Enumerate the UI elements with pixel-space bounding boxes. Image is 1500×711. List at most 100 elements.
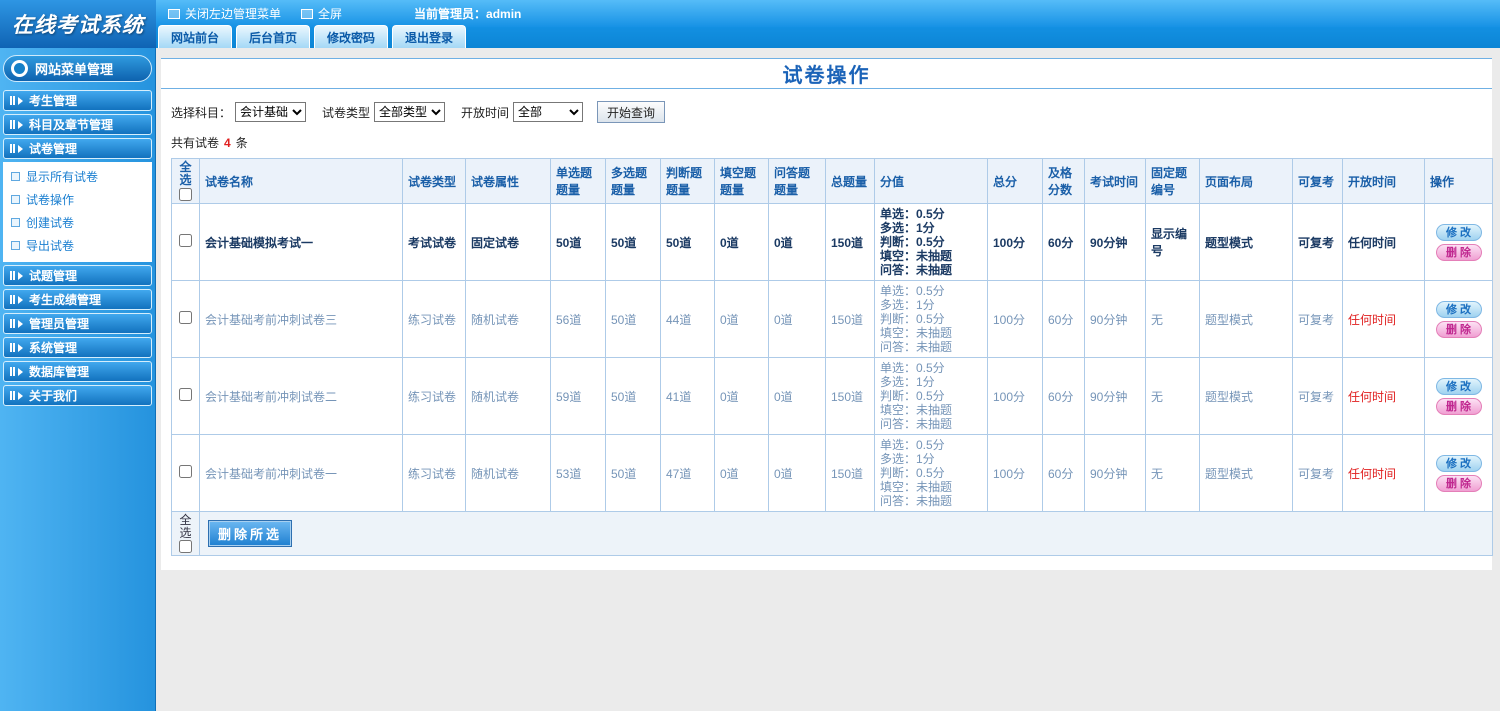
row-checkbox[interactable] xyxy=(179,465,192,478)
collapse-menu-label: 关闭左边管理菜单 xyxy=(185,7,282,21)
row-checkbox[interactable] xyxy=(179,234,192,247)
delete-button[interactable]: 删除 xyxy=(1435,474,1482,492)
cell-scores: 单选：0.5分 多选：1分 判断：0.5分 填空：未抽题 问答：未抽题 xyxy=(874,357,988,435)
row-checkbox[interactable] xyxy=(179,311,192,324)
submenu-item[interactable]: 创建试卷 xyxy=(3,211,152,234)
select-all-bottom-checkbox[interactable] xyxy=(179,540,192,553)
delete-button[interactable]: 删除 xyxy=(1435,397,1482,415)
type-select[interactable]: 全部类型 xyxy=(374,102,446,122)
cell-name: 会计基础模拟考试一 xyxy=(199,203,403,281)
column-header: 及格分数 xyxy=(1042,158,1085,204)
menu-arrow-icon xyxy=(10,120,23,129)
fullscreen-button[interactable]: 全屏 xyxy=(291,5,352,22)
column-header: 试卷名称 xyxy=(199,158,403,204)
delete-button[interactable]: 删除 xyxy=(1435,320,1482,338)
cell-pass_score: 60分 xyxy=(1042,357,1085,435)
edit-button[interactable]: 修改 xyxy=(1435,377,1482,395)
column-header: 单选题题量 xyxy=(550,158,606,204)
delete-button[interactable]: 删除 xyxy=(1435,243,1482,261)
top-tab[interactable]: 后台首页 xyxy=(236,25,311,48)
sidebar-item[interactable]: 数据库管理 xyxy=(3,361,152,382)
sidebar-header: 网站菜单管理 xyxy=(3,55,152,82)
column-header: 可复考 xyxy=(1292,158,1343,204)
submenu-item[interactable]: 导出试卷 xyxy=(3,234,152,257)
edit-button[interactable]: 修改 xyxy=(1435,300,1482,318)
column-header: 分值 xyxy=(874,158,988,204)
top-tab[interactable]: 修改密码 xyxy=(314,25,389,48)
time-select[interactable]: 全部 xyxy=(513,102,584,122)
cell-attr: 随机试卷 xyxy=(465,434,551,512)
table-footer-row: 全选 删除所选 xyxy=(171,511,1493,556)
cell-name: 会计基础考前冲刺试卷一 xyxy=(199,434,403,512)
menu-arrow-icon xyxy=(10,144,23,153)
sidebar-item[interactable]: 科目及章节管理 xyxy=(3,114,152,135)
table-row: 会计基础考前冲刺试卷二 练习试卷 随机试卷 59道 50道 41道 0道 0道 150道 单选：0… xyxy=(171,357,1493,435)
cell-retake: 可复考 xyxy=(1292,280,1343,358)
cell-name: 会计基础考前冲刺试卷三 xyxy=(199,280,403,358)
sidebar-item[interactable]: 试题管理 xyxy=(3,265,152,286)
cell-total: 150道 xyxy=(825,203,875,281)
cell-blank: 0道 xyxy=(714,434,769,512)
select-all-checkbox[interactable] xyxy=(179,188,192,201)
cell-open-time: 任何时间 xyxy=(1342,280,1425,358)
sidebar-submenu: 显示所有试卷试卷操作创建试卷导出试卷 xyxy=(3,162,152,262)
cell-single: 53道 xyxy=(550,434,606,512)
top-tab[interactable]: 网站前台 xyxy=(158,25,233,48)
table-head: 全选 试卷名称 试卷类型 试卷属性 单选题题量 多选题题量 判断题题量 填空题题量 问答题题量总… xyxy=(171,158,1493,204)
cell-layout: 题型模式 xyxy=(1199,357,1293,435)
cell-total: 150道 xyxy=(825,280,875,358)
collapse-menu-button[interactable]: 关闭左边管理菜单 xyxy=(158,5,291,22)
page-title: 试卷操作 xyxy=(161,58,1492,89)
row-checkbox[interactable] xyxy=(179,388,192,401)
sidebar-item[interactable]: 试卷管理 xyxy=(3,138,152,159)
cell-layout: 题型模式 xyxy=(1199,280,1293,358)
body: 网站菜单管理 考生管理 科目及章节管理 试卷管理 显示所有试卷 试卷操作 创建试卷 导出试卷… xyxy=(0,48,1500,711)
cell-fixed_no: 显示编号 xyxy=(1145,203,1200,281)
table-row: 会计基础考前冲刺试卷三 练习试卷 随机试卷 56道 50道 44道 0道 0道 150道 单选：0… xyxy=(171,280,1493,358)
menu-circle-icon xyxy=(11,60,28,77)
cell-multi: 50道 xyxy=(605,434,661,512)
select-all-label: 全选 xyxy=(179,160,192,187)
edit-button[interactable]: 修改 xyxy=(1435,223,1482,241)
cell-duration: 90分钟 xyxy=(1084,357,1146,435)
edit-button[interactable]: 修改 xyxy=(1435,454,1482,472)
cell-total_score: 100分 xyxy=(987,357,1043,435)
submenu-item[interactable]: 显示所有试卷 xyxy=(3,165,152,188)
cell-scores: 单选：0.5分 多选：1分 判断：0.5分 填空：未抽题 问答：未抽题 xyxy=(874,203,988,281)
cell-qa: 0道 xyxy=(768,357,826,435)
subject-select[interactable]: 会计基础 xyxy=(235,102,307,122)
count-suffix: 条 xyxy=(235,136,248,150)
sidebar-item[interactable]: 系统管理 xyxy=(3,337,152,358)
sidebar-item-label: 管理员管理 xyxy=(29,317,90,331)
cell-type: 练习试卷 xyxy=(402,357,466,435)
cell-multi: 50道 xyxy=(605,357,661,435)
list-icon xyxy=(11,241,20,250)
cell-single: 56道 xyxy=(550,280,606,358)
submenu-item-label: 导出试卷 xyxy=(26,239,75,253)
cell-open-time: 任何时间 xyxy=(1342,357,1425,435)
cell-retake: 可复考 xyxy=(1292,357,1343,435)
sidebar-item[interactable]: 关于我们 xyxy=(3,385,152,406)
top-tab[interactable]: 退出登录 xyxy=(392,25,467,48)
sidebar-item[interactable]: 管理员管理 xyxy=(3,313,152,334)
submenu-item-label: 试卷操作 xyxy=(26,193,75,207)
cell-judge: 41道 xyxy=(660,357,715,435)
delete-selected-button[interactable]: 删除所选 xyxy=(208,520,293,547)
cell-duration: 90分钟 xyxy=(1084,434,1146,512)
cell-pass_score: 60分 xyxy=(1042,203,1085,281)
menu-arrow-icon xyxy=(10,391,23,400)
sidebar-item[interactable]: 考生管理 xyxy=(3,90,152,111)
exam-table: 全选 试卷名称 试卷类型 试卷属性 单选题题量 多选题题量 判断题题量 填空题题量 问答题题量总… xyxy=(171,158,1493,556)
cell-scores: 单选：0.5分 多选：1分 判断：0.5分 填空：未抽题 问答：未抽题 xyxy=(874,280,988,358)
cell-total_score: 100分 xyxy=(987,434,1043,512)
cell-single: 50道 xyxy=(550,203,606,281)
sidebar-item-label: 试题管理 xyxy=(29,269,78,283)
cell-judge: 50道 xyxy=(660,203,715,281)
submenu-item[interactable]: 试卷操作 xyxy=(3,188,152,211)
column-header: 多选题题量 xyxy=(605,158,661,204)
sidebar-menu: 考生管理科目及章节管理 试卷管理显示所有试卷试卷操作创建试卷导出试卷试题管理考生成… xyxy=(0,90,155,406)
cell-scores: 单选：0.5分 多选：1分 判断：0.5分 填空：未抽题 问答：未抽题 xyxy=(874,434,988,512)
menu-arrow-icon xyxy=(10,96,23,105)
query-button[interactable]: 开始查询 xyxy=(597,101,666,123)
sidebar-item[interactable]: 考生成绩管理 xyxy=(3,289,152,310)
